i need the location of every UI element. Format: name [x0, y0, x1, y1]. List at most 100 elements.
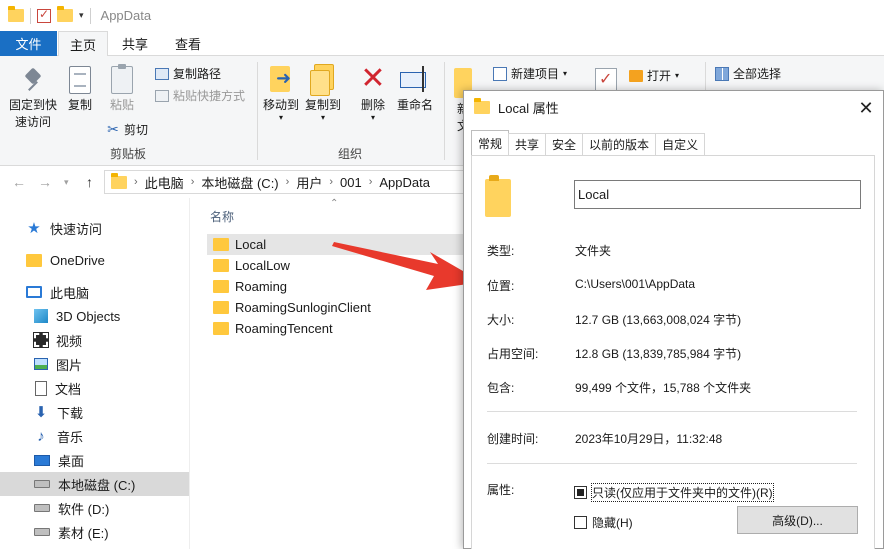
nav-item-downloads[interactable]: ⬇ 下载 — [0, 400, 189, 424]
tab-view[interactable]: 查看 — [163, 31, 213, 56]
breadcrumb-drive-c[interactable]: 本地磁盘 (C:) — [201, 173, 278, 192]
paste-shortcut-button[interactable]: 粘贴快捷方式 — [155, 87, 245, 104]
new-item-button[interactable]: 新建项目 ▾ — [493, 65, 567, 82]
open-button[interactable]: 打开 ▾ — [629, 67, 679, 84]
attributes-label: 属性: — [487, 483, 515, 497]
customize-quick-access-dropdown[interactable]: ▾ — [79, 10, 84, 21]
tab-previous-versions[interactable]: 以前的版本 — [582, 133, 657, 155]
advanced-button[interactable]: 高级(D)... — [737, 506, 858, 534]
file-name: LocalLow — [235, 258, 290, 273]
nav-item-documents[interactable]: 文档 — [0, 376, 189, 400]
checkbox-icon — [574, 516, 587, 529]
nav-item-onedrive[interactable]: OneDrive — [0, 248, 189, 272]
drive-icon — [34, 504, 50, 512]
nav-item-pictures[interactable]: 图片 — [0, 352, 189, 376]
file-row[interactable]: RoamingTencent — [207, 318, 471, 339]
up-arrow-icon[interactable]: ↑ — [86, 174, 93, 190]
nav-label: 视频 — [56, 333, 83, 349]
created-label: 创建时间: — [487, 432, 539, 446]
copy-button[interactable]: 复制 — [64, 66, 96, 114]
folder-icon — [485, 175, 511, 217]
clipboard-group-label: 剪贴板 — [110, 147, 147, 161]
nav-item-music[interactable]: ♪ 音乐 — [0, 424, 189, 448]
pin-to-quick-access-button[interactable]: 固定到快 速访问 — [6, 68, 60, 131]
paste-button[interactable]: 粘贴 — [106, 64, 138, 114]
delete-button[interactable]: ✕ 删除 ▾ — [356, 64, 390, 122]
nav-label: 下载 — [57, 405, 84, 421]
pin-label-1: 固定到快 — [8, 98, 57, 112]
separator — [89, 7, 91, 24]
copy-path-button[interactable]: 复制路径 — [155, 65, 221, 82]
folder-name-field[interactable]: Local — [574, 180, 861, 209]
chevron-down-icon: ▾ — [320, 113, 325, 122]
nav-item-videos[interactable]: 视频 — [0, 328, 189, 352]
tab-security[interactable]: 安全 — [545, 133, 584, 155]
properties-quick-icon[interactable] — [37, 7, 51, 23]
close-icon[interactable]: ✕ — [855, 97, 877, 119]
rename-button[interactable]: 重命名 — [396, 64, 434, 114]
breadcrumb-separator: › — [285, 176, 290, 188]
ribbon-tabs: 文件 主页 共享 查看 — [0, 31, 884, 57]
nav-item-3d-objects[interactable]: 3D Objects — [0, 304, 189, 328]
contains-value: 99,499 个文件，15,788 个文件夹 — [575, 381, 752, 395]
address-box[interactable]: › 此电脑 › 本地磁盘 (C:) › 用户 › 001 › AppData — [104, 170, 494, 194]
nav-item-drive-d[interactable]: 软件 (D:) — [0, 496, 189, 520]
organize-group-label: 组织 — [338, 147, 363, 161]
breadcrumb-separator: › — [190, 176, 195, 188]
rename-icon — [400, 64, 430, 94]
breadcrumb-appdata[interactable]: AppData — [379, 175, 430, 190]
move-to-button[interactable]: 移动到 ▾ — [262, 64, 300, 122]
forward-arrow-icon[interactable]: → — [38, 174, 52, 190]
copy-to-icon — [310, 64, 336, 96]
location-label: 位置: — [487, 279, 515, 293]
tab-home[interactable]: 主页 — [58, 31, 108, 57]
title-bar: ▾ AppData — [0, 0, 884, 31]
pin-label-2: 速访问 — [14, 115, 51, 129]
folder-icon — [213, 259, 229, 272]
nav-label: 图片 — [56, 357, 83, 373]
tab-share[interactable]: 共享 — [110, 31, 160, 56]
nav-item-drive-c[interactable]: 本地磁盘 (C:) — [0, 472, 189, 496]
properties-dialog: Local 属性 ✕ 常规 共享 安全 以前的版本 自定义 Local 类型: … — [463, 90, 884, 549]
move-to-icon — [268, 64, 294, 94]
breadcrumb-001[interactable]: 001 — [340, 175, 362, 190]
file-name: RoamingSunloginClient — [235, 300, 371, 315]
tab-general[interactable]: 常规 — [471, 130, 510, 155]
select-all-button[interactable]: 全部选择 — [715, 65, 781, 82]
folder-icon — [111, 172, 127, 189]
nav-item-drive-e[interactable]: 素材 (E:) — [0, 520, 189, 544]
copy-label: 复制 — [67, 98, 92, 112]
select-all-label: 全部选择 — [733, 67, 782, 81]
breadcrumb-separator: › — [329, 176, 333, 188]
chevron-down-icon: ▾ — [278, 113, 283, 122]
type-label: 类型: — [487, 244, 515, 258]
copy-to-button[interactable]: 复制到 ▾ — [304, 64, 342, 122]
breadcrumb-users[interactable]: 用户 — [296, 173, 322, 192]
drive-icon — [34, 528, 50, 536]
column-header-name[interactable]: 名称 — [210, 208, 234, 225]
copy-path-icon — [155, 67, 169, 80]
window-title: AppData — [100, 8, 152, 23]
tab-file[interactable]: 文件 — [0, 31, 57, 56]
new-folder-quick-icon[interactable] — [57, 6, 73, 22]
cut-button[interactable]: ✂ 剪切 — [106, 121, 148, 138]
tab-sharing[interactable]: 共享 — [508, 133, 547, 155]
navigation-pane: ★ 快速访问 OneDrive 此电脑 3D Objects 视频 图片 文档 — [0, 198, 190, 549]
recent-locations-dropdown[interactable]: ▾ — [64, 177, 69, 188]
drive-icon — [34, 480, 50, 488]
paste-shortcut-label: 粘贴快捷方式 — [173, 89, 246, 103]
breadcrumb-this-pc[interactable]: 此电脑 — [145, 173, 184, 192]
copy-icon — [69, 66, 91, 94]
hidden-checkbox[interactable]: 隐藏(H) — [574, 514, 633, 531]
separator — [30, 7, 31, 24]
download-icon: ⬇ — [34, 404, 48, 421]
divider — [487, 463, 857, 464]
nav-item-quick-access[interactable]: ★ 快速访问 — [0, 216, 189, 240]
open-label: 打开 — [647, 69, 672, 83]
readonly-checkbox[interactable]: 只读(仅应用于文件夹中的文件)(R) — [574, 483, 774, 502]
nav-label: 此电脑 — [50, 285, 90, 301]
nav-item-this-pc[interactable]: 此电脑 — [0, 280, 189, 304]
tab-customize[interactable]: 自定义 — [655, 133, 706, 155]
nav-item-desktop[interactable]: 桌面 — [0, 448, 189, 472]
back-arrow-icon[interactable]: ← — [12, 174, 26, 190]
